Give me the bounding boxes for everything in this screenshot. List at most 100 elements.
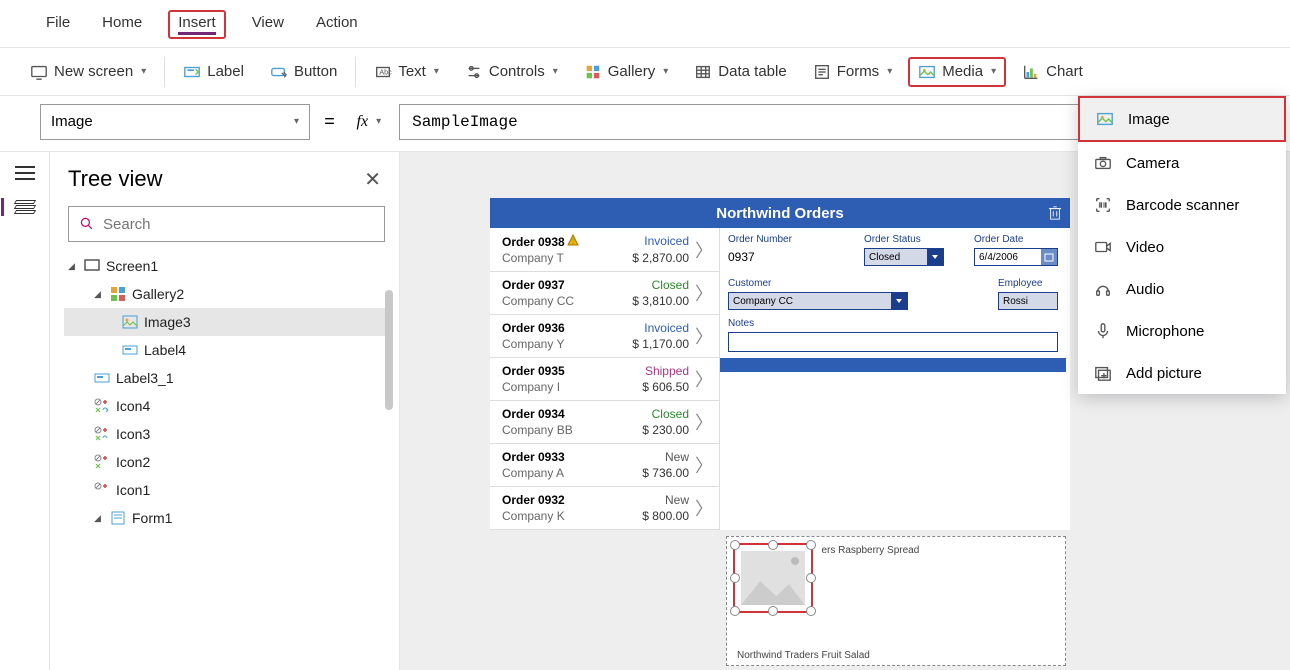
dropdown-customer[interactable]: Company CC xyxy=(728,292,908,310)
menu-insert[interactable]: Insert xyxy=(168,10,226,39)
label-order-date: Order Date xyxy=(974,234,1058,245)
tree-item-icon3[interactable]: Icon3 xyxy=(64,420,389,448)
audio-icon xyxy=(1094,280,1112,298)
gallery-row[interactable]: Order 0938InvoicedCompany T$ 2,870.00〉 xyxy=(490,228,719,272)
fx-button[interactable]: fx ▾ xyxy=(349,113,390,131)
gallery-row[interactable]: Order 0937ClosedCompany CC$ 3,810.00〉 xyxy=(490,272,719,315)
label-customer: Customer xyxy=(728,278,968,289)
tree-item-label3-1[interactable]: Label3_1 xyxy=(64,364,389,392)
property-selector[interactable]: Image ▾ xyxy=(40,104,310,140)
gallery-row[interactable]: Order 0935ShippedCompany I$ 606.50〉 xyxy=(490,358,719,401)
section-divider xyxy=(720,358,1066,372)
button-button[interactable]: Button xyxy=(260,59,347,85)
svg-text:Abc: Abc xyxy=(380,67,393,76)
tree-item-screen1[interactable]: ◢Screen1 xyxy=(64,252,389,280)
menu-view[interactable]: View xyxy=(246,10,290,39)
datatable-button[interactable]: Data table xyxy=(684,59,796,85)
tree-search-input[interactable] xyxy=(68,206,385,242)
button-icon xyxy=(270,63,288,81)
gallery-row[interactable]: Order 0936InvoicedCompany Y$ 1,170.00〉 xyxy=(490,315,719,358)
input-order-date[interactable]: 6/4/2006 xyxy=(974,248,1058,266)
chevron-right-icon: 〉 xyxy=(695,280,713,306)
media-dd-microphone[interactable]: Microphone xyxy=(1078,310,1286,352)
chevron-down-icon: ▾ xyxy=(376,116,381,127)
active-indicator xyxy=(1,198,4,216)
resize-handle[interactable] xyxy=(768,606,778,616)
detail-item-label: Northwind Traders Fruit Salad xyxy=(737,650,870,661)
menubar: File Home Insert View Action xyxy=(0,0,1290,48)
gallery-list: Order 0938InvoicedCompany T$ 2,870.00〉Or… xyxy=(490,228,720,530)
gallery-icon xyxy=(584,63,602,81)
input-notes[interactable] xyxy=(728,332,1058,352)
menu-home[interactable]: Home xyxy=(96,10,148,39)
insert-toolbar: New screen▾ Label Button Abc Text▾ Contr… xyxy=(0,48,1290,96)
gallery-button[interactable]: Gallery▾ xyxy=(574,59,679,85)
resize-handle[interactable] xyxy=(806,540,816,550)
resize-handle[interactable] xyxy=(730,540,740,550)
forms-button[interactable]: Forms▾ xyxy=(803,59,903,85)
tree-item-icon1[interactable]: Icon1 xyxy=(64,476,389,504)
media-dd-camera[interactable]: Camera xyxy=(1078,142,1286,184)
microphone-icon xyxy=(1094,322,1112,340)
gallery-row[interactable]: Order 0932NewCompany K$ 800.00〉 xyxy=(490,487,719,530)
tree-item-gallery2[interactable]: ◢Gallery2 xyxy=(64,280,389,308)
label-employee: Employee xyxy=(998,278,1058,289)
media-dd-video[interactable]: Video xyxy=(1078,226,1286,268)
menu-action[interactable]: Action xyxy=(310,10,364,39)
video-icon xyxy=(1094,238,1112,256)
gallery-row[interactable]: Order 0934ClosedCompany BB$ 230.00〉 xyxy=(490,401,719,444)
app-title-bar: Northwind Orders xyxy=(490,198,1070,228)
chart-icon xyxy=(1022,63,1040,81)
resize-handle[interactable] xyxy=(768,540,778,550)
tree-item-form1[interactable]: ◢Form1 xyxy=(64,504,389,532)
chevron-right-icon: 〉 xyxy=(695,237,713,263)
text-icon: Abc xyxy=(374,63,392,81)
resize-handle[interactable] xyxy=(730,606,740,616)
menu-file[interactable]: File xyxy=(40,10,76,39)
controls-button[interactable]: Controls▾ xyxy=(455,59,568,85)
detail-item-label: ers Raspberry Spread xyxy=(821,545,919,556)
tree-item-icon2[interactable]: Icon2 xyxy=(64,448,389,476)
close-icon[interactable]: ✕ xyxy=(364,167,381,192)
layers-icon xyxy=(15,200,35,214)
resize-handle[interactable] xyxy=(806,573,816,583)
media-dropdown: Image Camera Barcode scanner Video Audio… xyxy=(1078,96,1286,394)
icon-group-icon xyxy=(94,398,110,414)
tree-item-image3[interactable]: Image3 xyxy=(64,308,389,336)
chevron-down-icon xyxy=(927,249,943,265)
label-icon xyxy=(94,370,110,386)
new-screen-button[interactable]: New screen▾ xyxy=(20,59,156,85)
scrollbar[interactable] xyxy=(385,290,393,410)
media-dd-image[interactable]: Image xyxy=(1078,96,1286,142)
media-dd-audio[interactable]: Audio xyxy=(1078,268,1286,310)
text-button[interactable]: Abc Text▾ xyxy=(364,59,449,85)
chevron-down-icon: ▾ xyxy=(663,66,668,77)
treeview-rail-button[interactable] xyxy=(15,200,35,214)
gallery-row[interactable]: Order 0933NewCompany A$ 736.00〉 xyxy=(490,444,719,487)
dropdown-order-status[interactable]: Closed xyxy=(864,248,944,266)
label-order-status: Order Status xyxy=(864,234,944,245)
hamburger-icon[interactable] xyxy=(15,166,35,180)
label-notes: Notes xyxy=(728,318,1058,329)
add-picture-icon xyxy=(1094,364,1112,382)
media-dd-barcode[interactable]: Barcode scanner xyxy=(1078,184,1286,226)
tree-view-panel: Tree view ✕ ◢Screen1 ◢Gallery2 Image3 La… xyxy=(50,152,400,670)
search-icon xyxy=(79,216,95,232)
chevron-right-icon: 〉 xyxy=(695,323,713,349)
chart-button[interactable]: Chart xyxy=(1012,59,1093,85)
input-employee[interactable]: Rossi xyxy=(998,292,1058,310)
chevron-right-icon: 〉 xyxy=(695,409,713,435)
resize-handle[interactable] xyxy=(730,573,740,583)
media-icon xyxy=(918,63,936,81)
label-button[interactable]: Label xyxy=(173,59,254,85)
trash-icon[interactable] xyxy=(1048,205,1062,221)
label-icon xyxy=(122,342,138,358)
tree-view-title: Tree view xyxy=(68,166,163,192)
media-button[interactable]: Media▾ xyxy=(908,57,1006,87)
selected-image-control[interactable] xyxy=(733,543,813,613)
chevron-down-icon: ▾ xyxy=(141,66,146,77)
tree-item-label4[interactable]: Label4 xyxy=(64,336,389,364)
media-dd-addpicture[interactable]: Add picture xyxy=(1078,352,1286,394)
tree-item-icon4[interactable]: Icon4 xyxy=(64,392,389,420)
resize-handle[interactable] xyxy=(806,606,816,616)
